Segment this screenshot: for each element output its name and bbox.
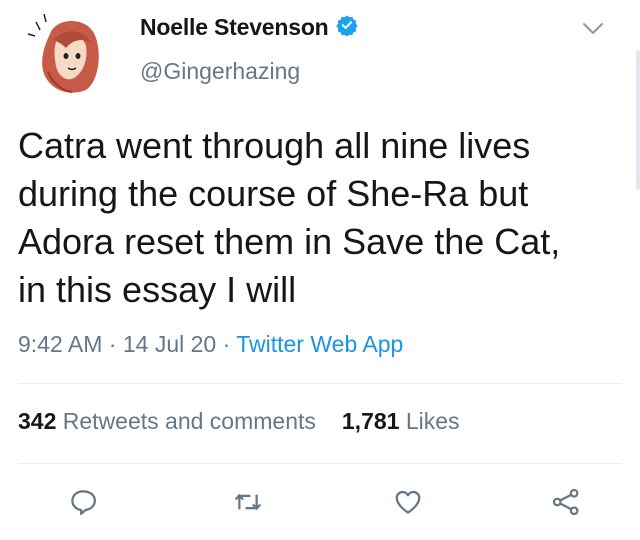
avatar[interactable] [26, 12, 108, 94]
divider [18, 383, 622, 384]
retweets-stat[interactable]: 342 Retweets and comments [18, 408, 316, 434]
tweet-source-link[interactable]: Twitter Web App [236, 331, 403, 357]
separator: · [108, 331, 123, 357]
heart-icon [393, 487, 423, 522]
retweet-button[interactable] [228, 484, 268, 524]
likes-count: 1,781 [341, 408, 400, 434]
separator: · [222, 331, 237, 357]
share-icon [551, 487, 581, 522]
reply-icon [68, 487, 98, 522]
tweet-date[interactable]: 14 Jul 20 [123, 331, 216, 357]
retweets-label: Retweets and comments [62, 408, 316, 434]
tweet-meta: 9:42 AM · 14 Jul 20 · Twitter Web App [18, 331, 403, 358]
author-handle[interactable]: @Gingerhazing [140, 58, 300, 85]
likes-label: Likes [405, 408, 460, 434]
verified-badge-icon [335, 14, 358, 41]
chevron-down-icon[interactable] [578, 16, 608, 42]
retweets-count: 342 [18, 408, 57, 434]
divider [18, 463, 622, 464]
tweet-text: Catra went through all nine lives during… [18, 125, 561, 310]
retweet-icon [232, 487, 264, 522]
tweet-actions [0, 484, 640, 532]
likes-stat[interactable]: 1,781 Likes [342, 408, 460, 434]
author-name[interactable]: Noelle Stevenson [140, 14, 329, 41]
reply-button[interactable] [63, 484, 103, 524]
tweet-stats: 342 Retweets and comments 1,781 Likes [18, 408, 460, 435]
author-name-row[interactable]: Noelle Stevenson [140, 14, 358, 41]
tweet-time[interactable]: 9:42 AM [18, 331, 102, 357]
share-button[interactable] [546, 484, 586, 524]
scrollbar[interactable] [636, 50, 640, 190]
like-button[interactable] [388, 484, 428, 524]
